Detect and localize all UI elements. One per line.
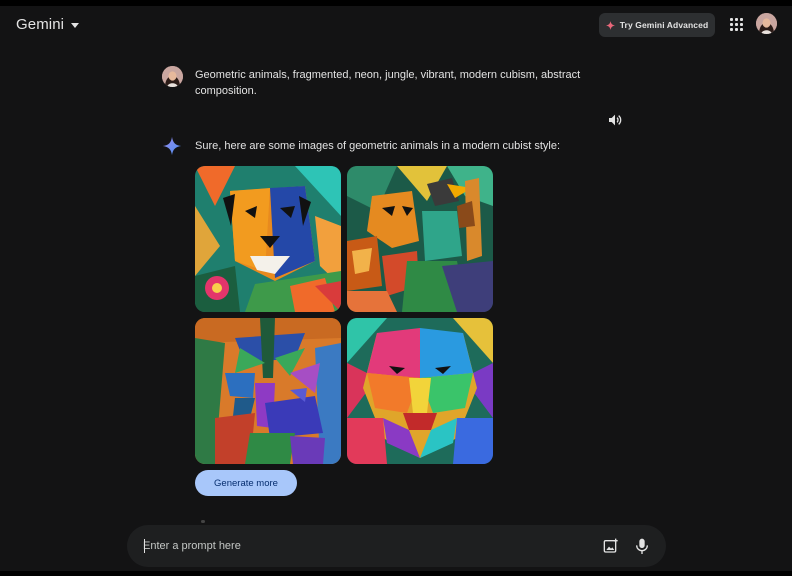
generated-image-jungle-beast[interactable]: [195, 318, 341, 464]
caret-down-icon: [71, 23, 80, 28]
generated-image-lion-giraffe[interactable]: [347, 166, 493, 312]
response-actions-peek: [201, 520, 205, 523]
try-gemini-advanced-button[interactable]: Try Gemini Advanced: [599, 13, 715, 37]
add-image-icon[interactable]: [603, 538, 619, 554]
prompt-input[interactable]: [143, 525, 583, 567]
generate-more-button[interactable]: Generate more: [195, 470, 297, 496]
generated-image-tiger[interactable]: [195, 166, 341, 312]
generated-image-neon-lion[interactable]: [347, 318, 493, 464]
account-avatar[interactable]: [756, 13, 777, 34]
app-switcher[interactable]: Gemini: [16, 16, 80, 33]
prompt-bar: [127, 525, 666, 567]
gemini-window: Gemini Try Gemini Advanced Geometric ani…: [0, 6, 792, 571]
microphone-icon[interactable]: [634, 537, 650, 555]
user-prompt-text: Geometric animals, fragmented, neon, jun…: [195, 69, 581, 97]
user-avatar: [162, 66, 183, 87]
text-cursor: [144, 539, 145, 553]
assistant-reply-text: Sure, here are some images of geometric …: [195, 140, 560, 152]
gemini-sparkle-icon: [162, 136, 182, 156]
sparkle-icon: [605, 20, 615, 30]
app-name: Gemini: [16, 16, 65, 33]
try-gemini-advanced-label: Try Gemini Advanced: [619, 20, 709, 30]
apps-grid-icon[interactable]: [729, 17, 743, 31]
speaker-icon[interactable]: [607, 112, 623, 128]
